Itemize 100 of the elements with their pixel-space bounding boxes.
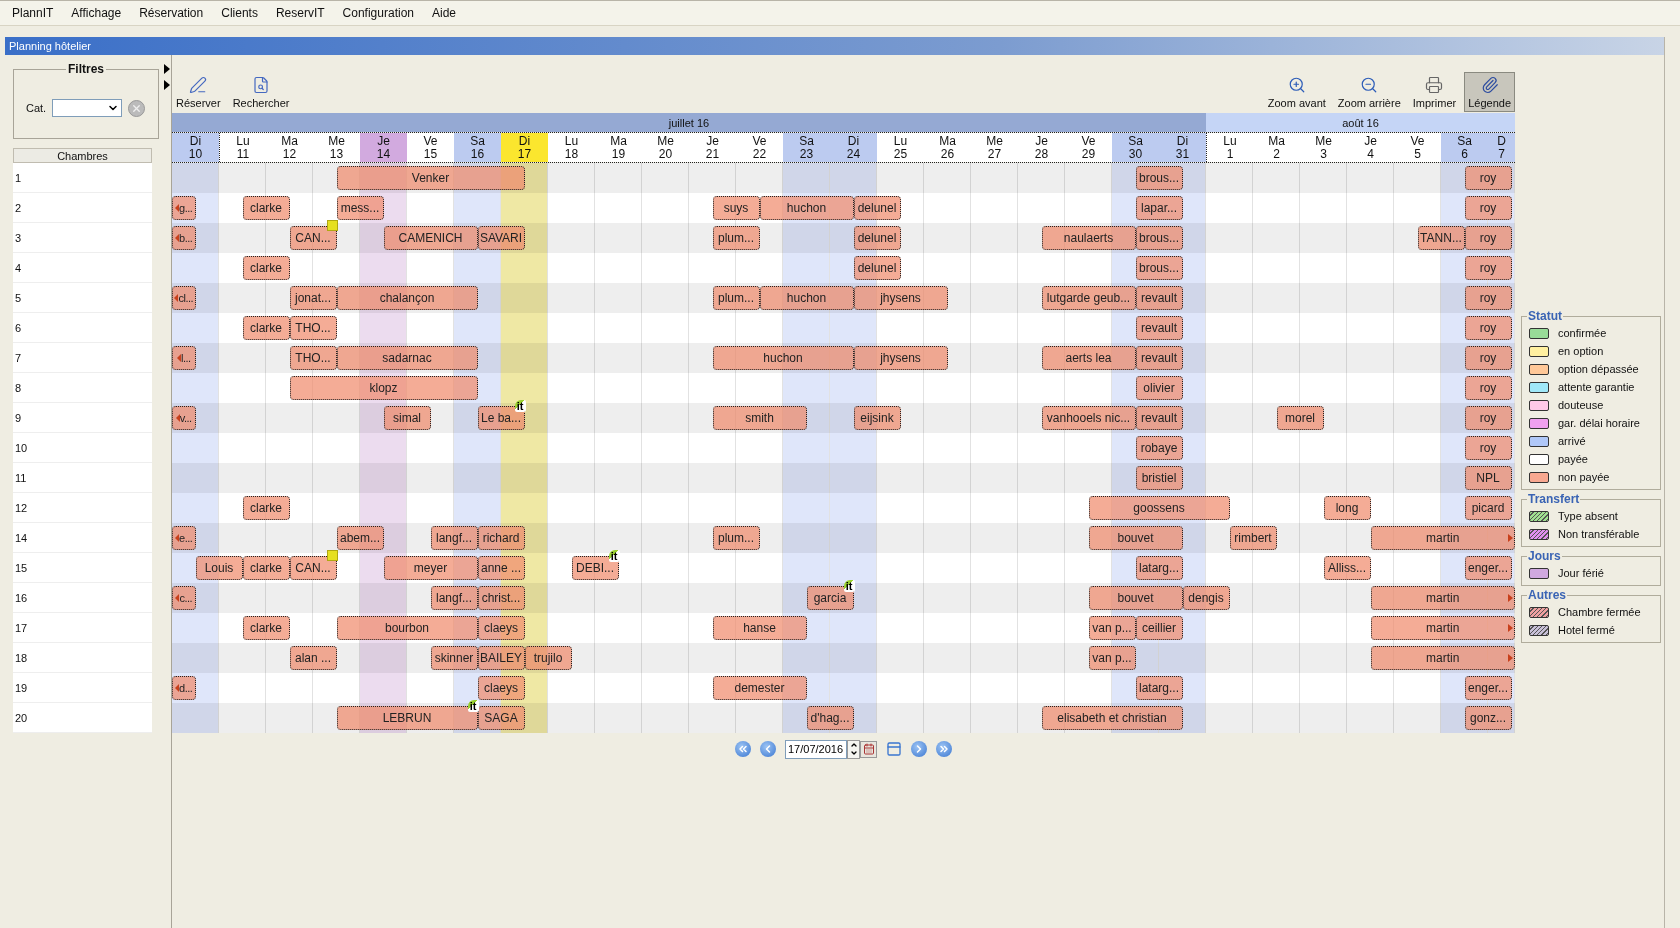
booking-bar[interactable]: revault — [1135, 346, 1183, 370]
booking-bar[interactable]: aerts lea — [1041, 346, 1136, 370]
booking-bar[interactable]: roy — [1464, 316, 1512, 340]
booking-bar[interactable]: CAMENICH — [383, 226, 478, 250]
menu-item[interactable]: Clients — [213, 4, 266, 22]
booking-bar[interactable]: richard — [477, 526, 525, 550]
booking-bar[interactable]: roy — [1464, 166, 1512, 190]
booking-bar[interactable]: delunel — [853, 256, 901, 280]
booking-bar[interactable]: latarg... — [1135, 676, 1183, 700]
booking-bar[interactable]: roy — [1464, 406, 1512, 430]
booking-bar[interactable]: roy — [1464, 256, 1512, 280]
booking-bar[interactable]: mess... — [336, 196, 384, 220]
booking-bar[interactable]: SAVARI — [477, 226, 525, 250]
booking-bar[interactable]: elisabeth et christian — [1041, 706, 1183, 730]
booking-bar[interactable]: clarke — [242, 556, 290, 580]
menu-item[interactable]: Affichage — [63, 4, 130, 22]
booking-bar[interactable]: sadarnac — [336, 346, 478, 370]
booking-bar[interactable]: d... — [172, 676, 196, 700]
booking-bar[interactable]: b... — [172, 226, 196, 250]
booking-bar[interactable]: anne ... — [477, 556, 525, 580]
toolbar-button[interactable]: Imprimer — [1408, 72, 1461, 112]
booking-bar[interactable]: Venker — [336, 166, 525, 190]
toolbar-button[interactable]: Légende — [1464, 72, 1515, 112]
booking-bar[interactable]: smith — [712, 406, 807, 430]
booking-bar[interactable]: rimbert — [1229, 526, 1277, 550]
toolbar-button[interactable]: Zoom arrière — [1333, 72, 1405, 112]
booking-bar[interactable]: bouvet — [1088, 526, 1183, 550]
booking-bar[interactable]: langf... — [430, 526, 478, 550]
last-button[interactable] — [936, 741, 952, 757]
booking-bar[interactable]: huchon — [712, 346, 854, 370]
booking-bar[interactable]: roy — [1464, 196, 1512, 220]
booking-bar[interactable]: morel — [1276, 406, 1324, 430]
booking-bar[interactable]: claeys — [477, 616, 525, 640]
booking-bar[interactable]: TANN... — [1417, 226, 1465, 250]
window-icon[interactable] — [886, 741, 902, 757]
booking-bar[interactable]: plum... — [712, 286, 760, 310]
first-button[interactable] — [735, 741, 751, 757]
booking-bar[interactable]: g... — [172, 196, 196, 220]
booking-bar[interactable]: abem... — [336, 526, 384, 550]
booking-bar[interactable]: roy — [1464, 376, 1512, 400]
next-button[interactable] — [911, 741, 927, 757]
booking-bar[interactable]: NPL — [1464, 466, 1512, 490]
booking-bar[interactable]: d'hag... — [806, 706, 854, 730]
booking-bar[interactable]: robaye — [1135, 436, 1183, 460]
booking-bar[interactable]: THO... — [289, 316, 337, 340]
toolbar-button[interactable]: Réserver — [172, 72, 225, 112]
booking-bar[interactable]: clarke — [242, 256, 290, 280]
booking-bar[interactable]: demester — [712, 676, 807, 700]
booking-bar[interactable]: langf... — [430, 586, 478, 610]
booking-bar[interactable]: clarke — [242, 616, 290, 640]
booking-bar[interactable]: christ... — [477, 586, 525, 610]
booking-bar[interactable]: plum... — [712, 526, 760, 550]
booking-bar[interactable]: BAILEY — [477, 646, 525, 670]
date-field[interactable]: 17/07/2016 — [785, 739, 847, 759]
menu-item[interactable]: ReservIT — [267, 4, 333, 22]
booking-bar[interactable]: martin — [1370, 526, 1515, 550]
booking-bar[interactable]: jhysens — [853, 346, 948, 370]
booking-bar[interactable]: roy — [1464, 346, 1512, 370]
booking-bar[interactable]: lutgarde geub... — [1041, 286, 1136, 310]
booking-bar[interactable]: clarke — [242, 196, 290, 220]
booking-bar[interactable]: e... — [172, 526, 196, 550]
booking-bar[interactable]: v... — [172, 406, 196, 430]
booking-bar[interactable]: alan ... — [289, 646, 337, 670]
booking-bar[interactable]: Alliss... — [1323, 556, 1371, 580]
booking-bar[interactable]: Louis — [195, 556, 243, 580]
booking-bar[interactable]: bourbon — [336, 616, 478, 640]
booking-bar[interactable]: skinner — [430, 646, 478, 670]
menu-item[interactable]: Réservation — [131, 4, 212, 22]
booking-bar[interactable]: naulaerts — [1041, 226, 1136, 250]
booking-bar[interactable]: huchon — [759, 286, 854, 310]
previous-button[interactable] — [760, 741, 776, 757]
booking-bar[interactable]: gonz... — [1464, 706, 1512, 730]
booking-bar[interactable]: long — [1323, 496, 1371, 520]
booking-bar[interactable]: CAN... — [289, 226, 337, 250]
booking-bar[interactable]: claeys — [477, 676, 525, 700]
category-dropdown[interactable] — [52, 99, 123, 117]
booking-bar[interactable]: revault — [1135, 286, 1183, 310]
booking-bar[interactable]: CAN... — [289, 556, 337, 580]
booking-bar[interactable]: klopz — [289, 376, 478, 400]
booking-bar[interactable]: ceillier — [1135, 616, 1183, 640]
booking-bar[interactable]: martin — [1370, 646, 1515, 670]
booking-bar[interactable]: jonat... — [289, 286, 337, 310]
booking-bar[interactable]: jhysens — [853, 286, 948, 310]
booking-bar[interactable]: cl... — [172, 286, 196, 310]
booking-bar[interactable]: huchon — [759, 196, 854, 220]
booking-bar[interactable]: picard — [1464, 496, 1512, 520]
booking-bar[interactable]: van p... — [1088, 616, 1136, 640]
booking-bar[interactable]: vanhooels nic... — [1041, 406, 1136, 430]
clear-button[interactable] — [128, 99, 146, 117]
booking-bar[interactable]: brous... — [1135, 226, 1183, 250]
booking-bar[interactable]: SAGA — [477, 706, 525, 730]
booking-bar[interactable]: eijsink — [853, 406, 901, 430]
booking-bar[interactable]: bouvet — [1088, 586, 1183, 610]
booking-bar[interactable]: revault — [1135, 406, 1183, 430]
booking-bar[interactable]: l... — [172, 346, 196, 370]
booking-bar[interactable]: delunel — [853, 226, 901, 250]
booking-bar[interactable]: bristiel — [1135, 466, 1183, 490]
booking-bar[interactable]: chalançon — [336, 286, 478, 310]
booking-bar[interactable]: plum... — [712, 226, 760, 250]
menu-item[interactable]: Aide — [424, 4, 464, 22]
